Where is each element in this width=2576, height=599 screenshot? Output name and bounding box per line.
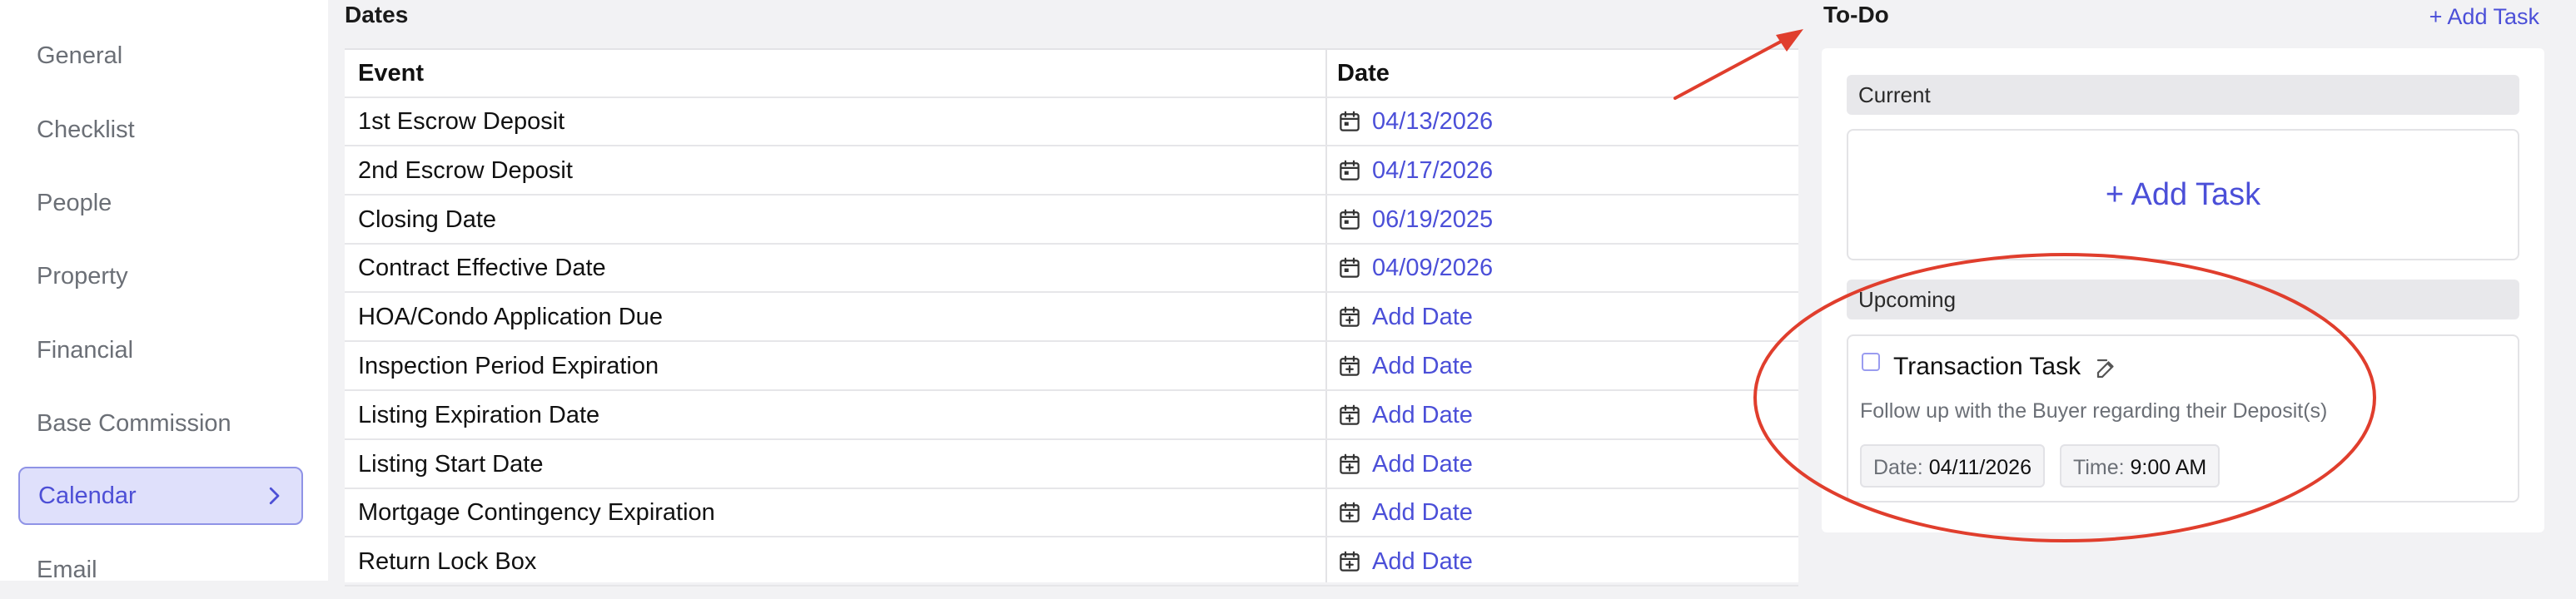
- upcoming-task-card: Transaction Task Follow up with the Buye…: [1847, 334, 2519, 502]
- event-name: HOA/Condo Application Due: [358, 304, 663, 331]
- event-name: 1st Escrow Deposit: [358, 108, 565, 135]
- task-date-value: 04/11/2026: [1928, 456, 2031, 479]
- dates-table: Event Date 1st Escrow Deposit 04/13/2026 2…: [345, 48, 1798, 587]
- table-row: 2nd Escrow Deposit 04/17/2026: [345, 147, 1798, 196]
- sidebar-item-label: General: [37, 42, 123, 69]
- table-row: Inspection Period Expiration Add Date: [345, 343, 1798, 391]
- dates-section-title: Dates: [345, 2, 409, 27]
- add-task-button[interactable]: + Add Task: [1848, 131, 2518, 259]
- table-row: Listing Start Date Add Date: [345, 441, 1798, 489]
- calendar-plus-icon: [1340, 355, 1360, 376]
- add-task-link[interactable]: + Add Task: [2429, 0, 2539, 33]
- current-tasks-box: + Add Task: [1847, 129, 2519, 260]
- event-name: Closing Date: [358, 205, 497, 233]
- task-date-chip: Date: 04/11/2026: [1860, 444, 2045, 488]
- task-date-label: Date:: [1873, 456, 1923, 479]
- event-name: Listing Start Date: [358, 450, 544, 478]
- upcoming-group-header: Upcoming: [1847, 280, 2519, 319]
- table-row: HOA/Condo Application Due Add Date: [345, 294, 1798, 343]
- sidebar-item-calendar[interactable]: Calendar: [18, 467, 303, 525]
- calendar-icon: [1340, 258, 1360, 279]
- table-row: Mortgage Contingency Expiration Add Date: [345, 489, 1798, 538]
- table-row: 1st Escrow Deposit 04/13/2026: [345, 98, 1798, 146]
- table-header-row: Event Date: [345, 50, 1798, 98]
- sidebar-item-label: Base Commission: [37, 409, 231, 437]
- date-link[interactable]: 04/17/2026: [1337, 147, 1493, 194]
- sidebar-item-label: Property: [37, 262, 128, 290]
- sidebar-item-financial[interactable]: Financial: [18, 321, 303, 379]
- sidebar: General Checklist People Property Financ…: [0, 0, 328, 583]
- add-date-label: Add Date: [1372, 353, 1473, 379]
- column-header-date: Date: [1337, 60, 1390, 87]
- current-group-header: Current: [1847, 75, 2519, 115]
- chevron-right-icon: [269, 487, 280, 505]
- sidebar-item-label: Calendar: [38, 482, 137, 509]
- calendar-icon: [1340, 209, 1360, 230]
- date-value: 04/13/2026: [1372, 108, 1494, 135]
- event-name: Contract Effective Date: [358, 255, 606, 282]
- column-header-event: Event: [358, 60, 424, 87]
- add-date-link[interactable]: Add Date: [1337, 441, 1473, 488]
- date-link[interactable]: 04/09/2026: [1337, 245, 1493, 291]
- date-value: 06/19/2025: [1372, 205, 1494, 233]
- sidebar-item-label: Email: [37, 556, 97, 583]
- add-date-label: Add Date: [1372, 499, 1473, 527]
- task-title: Transaction Task: [1893, 353, 2081, 380]
- calendar-icon: [1340, 111, 1360, 131]
- sidebar-item-email[interactable]: Email: [18, 541, 303, 599]
- todo-section-title: To-Do: [1823, 2, 1889, 27]
- calendar-plus-icon: [1340, 502, 1360, 523]
- event-name: Inspection Period Expiration: [358, 353, 659, 379]
- task-description: Follow up with the Buyer regarding their…: [1860, 399, 2328, 423]
- add-date-label: Add Date: [1372, 548, 1473, 576]
- event-name: Listing Expiration Date: [358, 401, 600, 428]
- calendar-plus-icon: [1340, 306, 1360, 327]
- sidebar-item-base-commission[interactable]: Base Commission: [18, 394, 303, 453]
- date-link[interactable]: 06/19/2025: [1337, 196, 1493, 243]
- add-date-link[interactable]: Add Date: [1337, 294, 1473, 340]
- event-name: Return Lock Box: [358, 548, 537, 576]
- date-value: 04/09/2026: [1372, 255, 1494, 282]
- task-checkbox[interactable]: [1862, 353, 1880, 371]
- add-date-label: Add Date: [1372, 401, 1473, 428]
- calendar-plus-icon: [1340, 551, 1360, 572]
- add-date-link[interactable]: Add Date: [1337, 489, 1473, 536]
- event-name: Mortgage Contingency Expiration: [358, 499, 715, 527]
- sidebar-item-label: Financial: [37, 336, 134, 364]
- sidebar-item-label: Checklist: [37, 116, 135, 143]
- date-link[interactable]: 04/13/2026: [1337, 98, 1493, 145]
- table-row: Closing Date 06/19/2025: [345, 196, 1798, 245]
- todo-panel: Current + Add Task Upcoming Transaction …: [1822, 48, 2544, 532]
- add-date-label: Add Date: [1372, 304, 1473, 331]
- calendar-plus-icon: [1340, 453, 1360, 474]
- task-time-chip: Time: 9:00 AM: [2060, 444, 2220, 488]
- edit-icon[interactable]: [2094, 356, 2119, 381]
- add-date-link[interactable]: Add Date: [1337, 392, 1473, 438]
- table-row: Listing Expiration Date Add Date: [345, 392, 1798, 440]
- event-name: 2nd Escrow Deposit: [358, 156, 573, 184]
- table-row: Contract Effective Date 04/09/2026: [345, 245, 1798, 294]
- add-date-link[interactable]: Add Date: [1337, 343, 1473, 389]
- table-row: Return Lock Box Add Date: [345, 538, 1798, 587]
- sidebar-item-property[interactable]: Property: [18, 247, 303, 305]
- sidebar-item-checklist[interactable]: Checklist: [18, 101, 303, 159]
- add-date-label: Add Date: [1372, 450, 1473, 478]
- add-date-link[interactable]: Add Date: [1337, 538, 1473, 585]
- task-time-label: Time:: [2073, 456, 2125, 479]
- calendar-icon: [1340, 160, 1360, 181]
- sidebar-item-general[interactable]: General: [18, 27, 303, 85]
- task-time-value: 9:00 AM: [2130, 456, 2207, 479]
- sidebar-item-people[interactable]: People: [18, 174, 303, 232]
- date-value: 04/17/2026: [1372, 156, 1494, 184]
- sidebar-item-label: People: [37, 189, 112, 216]
- calendar-plus-icon: [1340, 404, 1360, 425]
